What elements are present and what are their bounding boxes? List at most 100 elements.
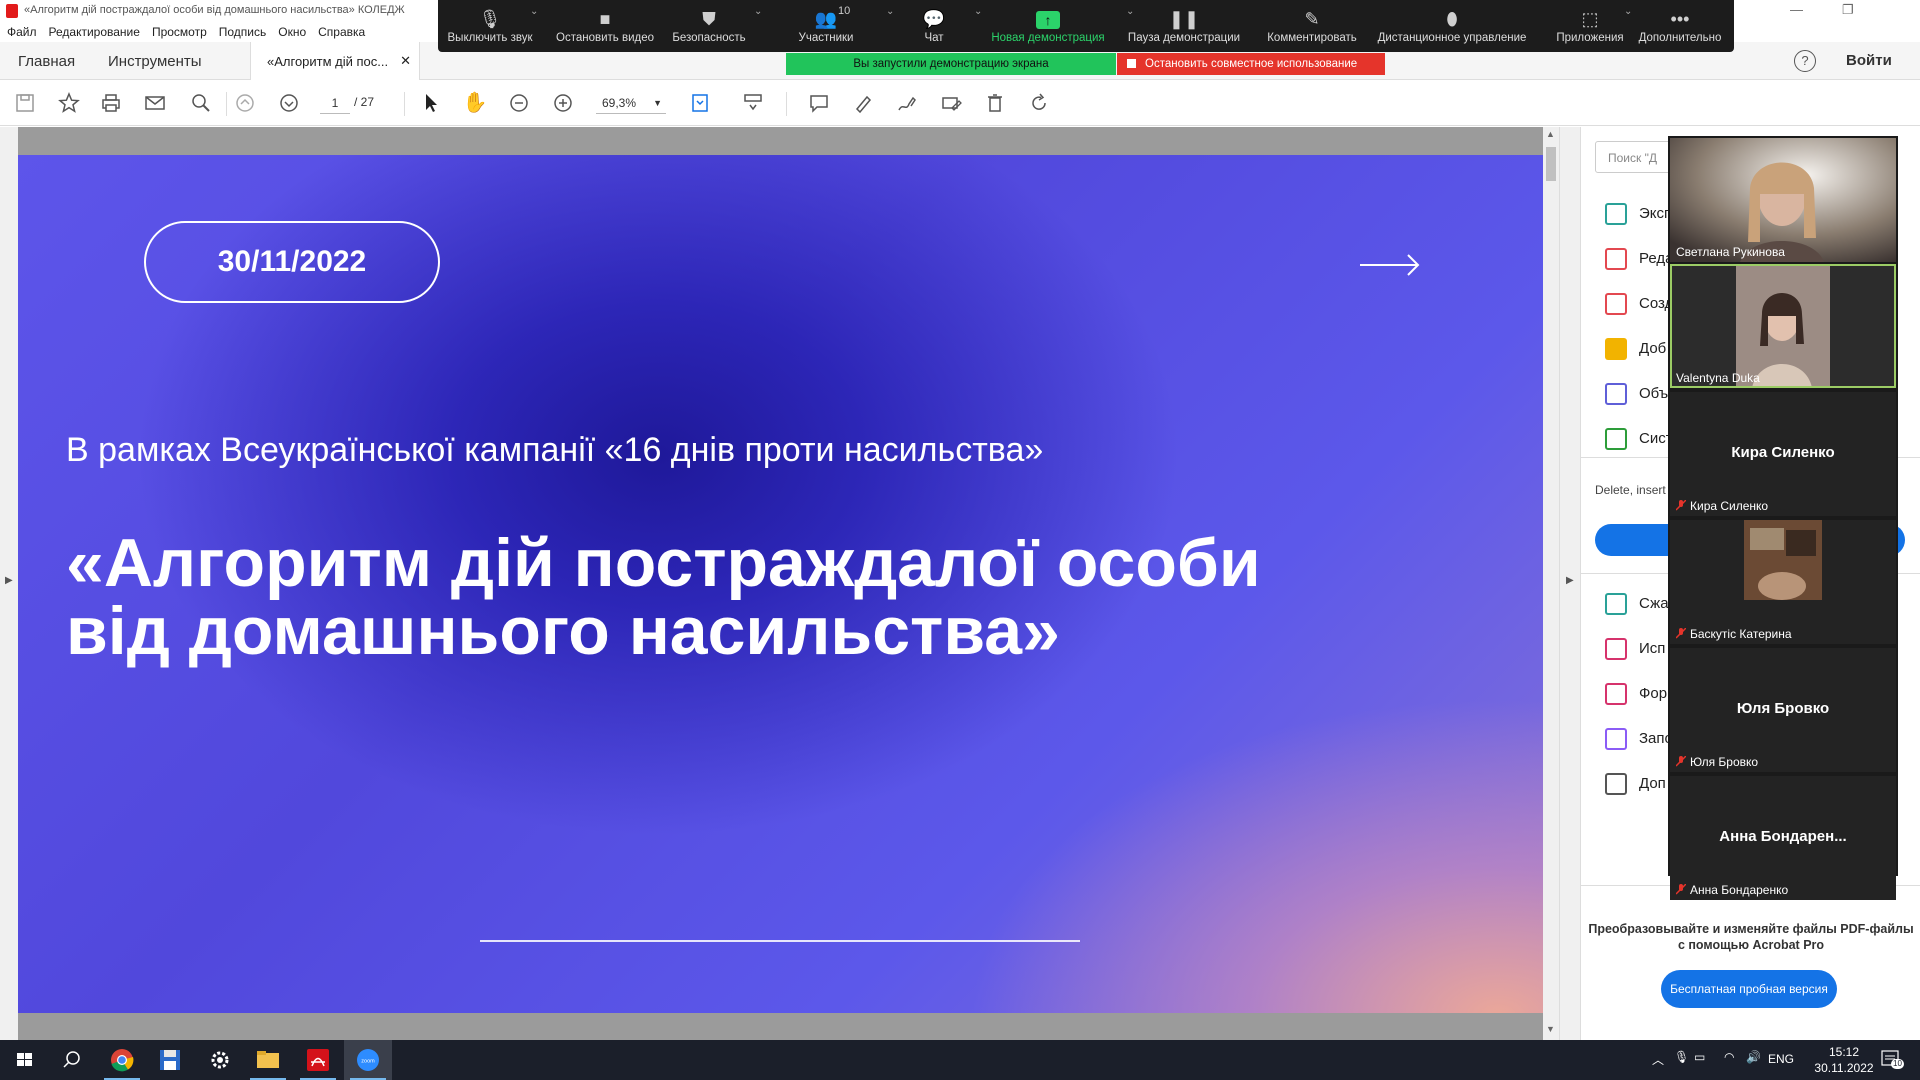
system-clock[interactable]: 15:12 30.11.2022 xyxy=(1808,1044,1880,1076)
windows-logo-icon xyxy=(17,1053,32,1066)
scroll-up-icon[interactable]: ▲ xyxy=(1546,129,1555,139)
chevron-down-icon[interactable]: ⌄ xyxy=(886,6,894,17)
zoom-level-select[interactable]: 69,3% ▼ xyxy=(596,92,666,114)
promo-line-2: с помощью Acrobat Pro xyxy=(1677,938,1825,952)
taskbar-floppy-app[interactable] xyxy=(146,1040,194,1080)
zoom-out-icon[interactable] xyxy=(506,90,532,116)
taskbar-chrome[interactable] xyxy=(98,1040,146,1080)
login-button[interactable]: Войти xyxy=(1846,52,1892,69)
page-up-icon[interactable] xyxy=(232,90,258,116)
tool-label: Фор xyxy=(1639,685,1668,702)
menu-sign[interactable]: Подпись xyxy=(219,25,267,39)
chevron-down-icon[interactable]: ⌄ xyxy=(974,6,982,17)
chevron-down-icon: ▼ xyxy=(653,98,662,108)
free-trial-button[interactable]: Бесплатная пробная версия xyxy=(1661,970,1837,1008)
highlight-icon[interactable] xyxy=(850,90,876,116)
video-camera-icon: ■ xyxy=(599,9,611,29)
participant-name: Светлана Рукинова xyxy=(1676,245,1785,259)
participant-tile[interactable]: Светлана Рукинова xyxy=(1670,138,1896,262)
menu-window[interactable]: Окно xyxy=(278,25,306,39)
chevron-down-icon[interactable]: ⌄ xyxy=(530,6,538,17)
vertical-scrollbar[interactable]: ▲ ▼ xyxy=(1543,127,1559,1040)
maximize-icon[interactable]: ❐ xyxy=(1842,2,1854,18)
tab-document[interactable]: «Алгоритм дій пос... ✕ xyxy=(250,42,420,80)
right-panel-toggle[interactable]: ▶ xyxy=(1559,127,1580,1040)
toolbar-divider xyxy=(226,92,227,116)
select-cursor-icon[interactable] xyxy=(418,90,444,116)
comment-icon xyxy=(1605,338,1627,360)
notifications-button[interactable]: 10 xyxy=(1880,1048,1904,1070)
rotate-icon[interactable] xyxy=(1026,90,1052,116)
participant-tile[interactable]: Кира Силенко Кира Силенко xyxy=(1670,392,1896,516)
menu-file[interactable]: Файл xyxy=(7,25,37,39)
stop-share-label: Остановить совместное использование xyxy=(1145,58,1358,70)
help-icon[interactable]: ? xyxy=(1794,50,1816,72)
delete-icon[interactable] xyxy=(982,90,1008,116)
volume-icon[interactable]: 🔊 xyxy=(1746,1050,1761,1080)
participant-video xyxy=(1670,138,1896,262)
chat-button[interactable]: 💬 Чат ⌄ xyxy=(908,0,983,52)
apps-button[interactable]: ⬚ Приложения ⌄ xyxy=(1548,0,1632,52)
security-button[interactable]: ⛊ Безопасность xyxy=(668,0,750,52)
apps-label: Приложения xyxy=(1556,32,1624,44)
compress-pdf-icon xyxy=(1605,593,1627,615)
slide-title-line-2: від домашнього насильства» xyxy=(66,593,1060,669)
input-language[interactable]: ENG xyxy=(1768,1052,1794,1080)
participant-tile[interactable]: Баскутіс Катерина xyxy=(1670,520,1896,644)
fit-page-icon[interactable] xyxy=(688,90,714,116)
page-number-input[interactable]: 1 xyxy=(320,92,350,114)
more-icon: ••• xyxy=(1670,9,1690,29)
start-button[interactable] xyxy=(0,1040,48,1080)
taskbar-file-explorer[interactable] xyxy=(244,1040,292,1080)
scrollbar-thumb[interactable] xyxy=(1546,147,1556,181)
tab-tools[interactable]: Инструменты xyxy=(108,53,202,70)
left-panel-toggle[interactable]: ▶ xyxy=(0,127,18,1040)
hand-tool-icon[interactable]: ✋ xyxy=(462,90,488,116)
save-icon[interactable] xyxy=(12,90,38,116)
taskbar-acrobat[interactable] xyxy=(294,1040,342,1080)
star-icon[interactable] xyxy=(56,90,82,116)
promo-line-1: Преобразовывайте и изменяйте файлы PDF-ф… xyxy=(1588,922,1914,936)
battery-icon[interactable]: ▭ xyxy=(1694,1050,1705,1080)
page-down-icon[interactable] xyxy=(276,90,302,116)
taskbar-search-button[interactable] xyxy=(48,1040,96,1080)
participant-tile[interactable]: Valentyna Duka xyxy=(1670,264,1896,388)
wifi-icon[interactable]: ◠ xyxy=(1724,1050,1734,1080)
close-tab-icon[interactable]: ✕ xyxy=(400,53,411,69)
mute-button[interactable]: 🎙 Выключить звук ⌄ xyxy=(444,0,539,52)
remote-control-button[interactable]: ⬮ Дистанционное управление xyxy=(1370,0,1534,52)
chevron-down-icon[interactable]: ⌄ xyxy=(754,6,762,17)
microphone-tray-icon[interactable]: 🎙 xyxy=(1674,1050,1689,1080)
print-icon[interactable] xyxy=(98,90,124,116)
search-icon[interactable] xyxy=(188,90,214,116)
comment-icon[interactable] xyxy=(806,90,832,116)
participants-count: 10 xyxy=(838,5,851,17)
participants-button[interactable]: 👥 Участники 10 ⌄ xyxy=(786,0,895,52)
stop-share-button[interactable]: Остановить совместное использование xyxy=(1117,53,1385,75)
tab-document-label: «Алгоритм дій пос... xyxy=(267,54,389,69)
pause-share-button[interactable]: ❚❚ Пауза демонстрации xyxy=(1122,0,1246,52)
presentation-slide: 30/11/2022 В рамках Всеукраїнської кампа… xyxy=(18,155,1543,1013)
menu-edit[interactable]: Редактирование xyxy=(49,25,140,39)
more-tools-icon xyxy=(1605,773,1627,795)
stop-video-button[interactable]: ■ Остановить видео ⌄ xyxy=(552,0,762,52)
annotate-button[interactable]: ✎ Комментировать xyxy=(1256,0,1368,52)
taskbar-settings[interactable] xyxy=(196,1040,244,1080)
participant-tile[interactable]: Юля Бровко Юля Бровко xyxy=(1670,648,1896,772)
chrome-icon xyxy=(111,1049,134,1072)
scroll-down-icon[interactable]: ▼ xyxy=(1546,1024,1555,1034)
scroll-mode-icon[interactable] xyxy=(740,90,766,116)
edit-stamp-icon[interactable] xyxy=(938,90,964,116)
email-icon[interactable] xyxy=(142,90,168,116)
minimize-icon[interactable]: — xyxy=(1790,2,1803,17)
new-share-button[interactable]: ↑ Новая демонстрация ⌄ xyxy=(986,0,1134,52)
sign-icon[interactable] xyxy=(894,90,920,116)
show-hidden-icons-icon[interactable]: ︿ xyxy=(1652,1051,1664,1080)
tab-home[interactable]: Главная xyxy=(18,53,75,70)
more-button[interactable]: ••• Дополнительно xyxy=(1632,0,1728,52)
taskbar-zoom[interactable]: zoom xyxy=(344,1040,392,1080)
menu-help[interactable]: Справка xyxy=(318,25,365,39)
zoom-in-icon[interactable] xyxy=(550,90,576,116)
participant-tile[interactable]: Анна Бондарен... Анна Бондаренко xyxy=(1670,776,1896,900)
menu-view[interactable]: Просмотр xyxy=(152,25,207,39)
